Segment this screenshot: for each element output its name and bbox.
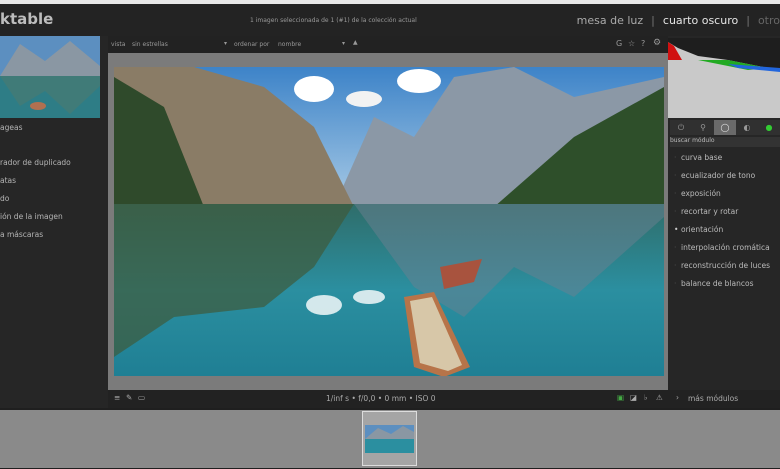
gamut-check-icon[interactable]: ◪	[630, 393, 637, 402]
focus-peaking-icon[interactable]: ♭	[644, 393, 648, 402]
module-label: ecualizador de tono	[681, 171, 756, 180]
view-other[interactable]: otro	[758, 14, 780, 27]
module-dot-icon: ·	[674, 243, 677, 252]
left-item-duplicate[interactable]: rador de duplicado	[0, 158, 71, 167]
view-lighttable[interactable]: mesa de luz	[577, 14, 644, 27]
module-white-balance[interactable]: · balance de blancos	[674, 279, 753, 288]
rating-filter[interactable]: sin estrellas	[132, 41, 168, 48]
more-modules-button[interactable]: más módulos	[688, 394, 738, 403]
view-switcher: mesa de luz | cuarto oscuro | otro	[576, 14, 780, 27]
module-dot-icon: ·	[674, 171, 677, 180]
module-label: orientación	[681, 225, 724, 234]
view-label: vista	[111, 41, 126, 48]
module-group-tabs: ⏻ ⚲ ◯ ◐ ●	[670, 120, 780, 135]
module-dot-icon: ·	[674, 261, 677, 270]
presets-icon[interactable]: ≡	[114, 393, 120, 402]
left-item-1[interactable]: ageas	[0, 123, 22, 132]
module-tone-equalizer[interactable]: · ecualizador de tono	[674, 171, 755, 180]
base-icon[interactable]: ◐	[736, 120, 758, 135]
rating-dropdown-icon[interactable]: ▾	[224, 40, 227, 47]
module-label: exposición	[681, 189, 721, 198]
overexposed-icon[interactable]: ⚠	[656, 393, 663, 402]
module-label: balance de blancos	[681, 279, 754, 288]
module-highlight-reconstruction[interactable]: · reconstrucción de luces	[674, 261, 770, 270]
top-toolbar: vista sin estrellas ▾ ordenar por nombre…	[108, 36, 668, 53]
left-item-image-info[interactable]: ión de la imagen	[0, 212, 63, 221]
exif-info: 1/inf s • f/0,0 • 0 mm • ISO 0	[326, 394, 436, 403]
selection-status: 1 imagen seleccionada de 1 (#1) de la co…	[250, 17, 417, 24]
module-exposure[interactable]: · exposición	[674, 189, 721, 198]
filmstrip-thumbnail[interactable]	[362, 411, 417, 466]
left-item-4[interactable]: atas	[0, 176, 16, 185]
module-label: curva base	[681, 153, 723, 162]
sort-order-icon[interactable]: ▲	[353, 39, 358, 46]
favorites-icon[interactable]: ⚲	[692, 120, 714, 135]
bottom-toolbar: ≡ ✎ ▭ 1/inf s • f/0,0 • 0 mm • ISO 0 ▣ ◪…	[108, 390, 780, 408]
module-demosaic[interactable]: · interpolación cromática	[674, 243, 770, 252]
styles-icon[interactable]: ✎	[126, 393, 132, 402]
left-item-5[interactable]: do	[0, 194, 9, 203]
app-logo: ktable	[0, 10, 54, 28]
active-modules-icon[interactable]: ◯	[714, 120, 736, 135]
histogram[interactable]	[668, 38, 780, 118]
module-dot-icon: ·	[674, 279, 677, 288]
edited-photo[interactable]	[114, 67, 664, 377]
color-icon[interactable]: ●	[758, 120, 780, 135]
module-base-curve[interactable]: · curva base	[674, 153, 722, 162]
sort-dropdown-icon[interactable]: ▾	[342, 40, 345, 47]
second-window-icon[interactable]: ▭	[138, 393, 145, 402]
gear-icon[interactable]: ⚙	[653, 38, 661, 48]
view-darkroom[interactable]: cuarto oscuro	[663, 14, 738, 27]
module-active-dot-icon: •	[674, 225, 679, 234]
module-dot-icon: ·	[674, 153, 677, 162]
navigation-preview[interactable]	[0, 36, 100, 118]
module-orientation[interactable]: • orientación	[674, 225, 723, 234]
module-label: interpolación cromática	[681, 243, 770, 252]
module-crop-rotate[interactable]: · recortar y rotar	[674, 207, 738, 216]
module-dot-icon: ·	[674, 207, 677, 216]
module-search-input[interactable]: buscar módulo	[670, 137, 780, 147]
left-item-masks[interactable]: a máscaras	[0, 230, 43, 239]
module-label: reconstrucción de luces	[681, 261, 770, 270]
star-icon[interactable]: ☆	[628, 39, 635, 48]
module-label: recortar y rotar	[681, 207, 739, 216]
sort-select[interactable]: nombre	[278, 41, 301, 48]
sort-label: ordenar por	[234, 41, 270, 48]
grouping-icon[interactable]: G	[616, 39, 622, 48]
power-icon[interactable]: ⏻	[670, 120, 692, 135]
help-icon[interactable]: ?	[641, 39, 645, 48]
more-modules-arrow-icon[interactable]: ›	[676, 393, 679, 402]
module-dot-icon: ·	[674, 189, 677, 198]
softproof-icon[interactable]: ▣	[617, 393, 624, 402]
